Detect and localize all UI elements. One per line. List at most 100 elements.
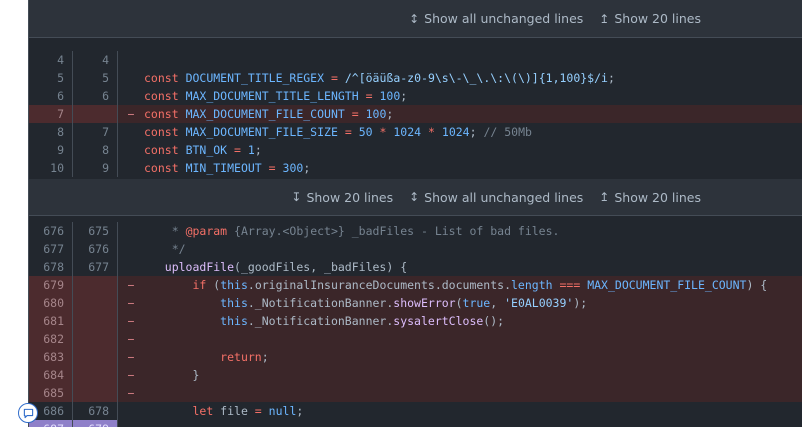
deletion-marker: − (127, 350, 135, 364)
line-marker (118, 159, 144, 177)
new-line-number[interactable]: 6 (73, 87, 118, 105)
deletion-marker: − (127, 332, 135, 346)
new-line-number[interactable]: 9 (73, 159, 118, 177)
old-line-number[interactable]: 5 (29, 69, 73, 87)
expander-expand-all-button[interactable]: ↕ Show all unchanged lines (409, 11, 583, 26)
code-line: let file = null; (192, 404, 304, 418)
expander-label: Show 20 lines (614, 189, 701, 205)
code-line: uploadFile(_goodFiles, _badFiles) { (164, 260, 408, 274)
diff-line[interactable]: 10 9 const MIN_TIMEOUT = 300; (29, 159, 802, 177)
new-line-number[interactable]: 675 (73, 222, 118, 240)
diff-line[interactable]: 44 (29, 51, 802, 69)
diff-line[interactable]: 681 − this._NotificationBanner.sysalertCl… (29, 312, 802, 330)
expander-expand-down-button[interactable]: ↧ Show 20 lines (291, 190, 393, 205)
new-line-number[interactable] (73, 294, 118, 312)
code-line: this._NotificationBanner.sysalertClose()… (220, 314, 505, 328)
new-line-number[interactable]: 677 (73, 258, 118, 276)
diff-line[interactable]: 684 − } (29, 366, 802, 384)
old-line-number[interactable]: 8 (29, 123, 73, 141)
old-line-number[interactable]: 684 (29, 366, 73, 384)
new-line-number[interactable] (73, 384, 118, 402)
new-line-number[interactable]: 8 (73, 141, 118, 159)
old-line-number[interactable]: 6 (29, 87, 73, 105)
deletion-marker: − (127, 314, 135, 328)
expander-expand-all-button[interactable]: ↕ Show all unchanged lines (409, 190, 583, 205)
hunk-1: 4 4 5 5 const DOCUMENT_TITLE_REGEX = /^[öäüß… (29, 51, 802, 177)
expander-label: Show all unchanged lines (424, 11, 584, 26)
expand-up-icon: ↥ (599, 190, 610, 204)
line-marker (118, 222, 144, 240)
diff-line[interactable]: 679 − if (this.originalInsuranceDocuments… (29, 276, 802, 294)
deletion-marker: − (127, 107, 135, 121)
add-comment-button[interactable] (18, 403, 38, 423)
old-line-number[interactable]: 10 (29, 159, 73, 177)
old-line-number[interactable]: 681 (29, 312, 73, 330)
deletion-marker: − (127, 368, 135, 382)
old-line-number[interactable]: 683 (29, 348, 73, 366)
code-line: return; (220, 350, 269, 364)
old-line-number[interactable]: 679 (29, 276, 73, 294)
diff-line[interactable]: 687679 (29, 420, 802, 427)
expander-expand-up-button[interactable]: ↥ Show 20 lines (599, 11, 701, 26)
expander-top: ↕ Show all unchanged lines ↥ Show 20 lines (29, 0, 802, 38)
diff-line[interactable]: 7 − const MAX_DOCUMENT_FILE_COUNT = 100; (29, 105, 802, 123)
new-line-number[interactable] (73, 366, 118, 384)
diff-line[interactable]: 8 7 const MAX_DOCUMENT_FILE_SIZE = 50 * 10… (29, 123, 802, 141)
code-line: const MAX_DOCUMENT_TITLE_LENGTH = 100; (144, 89, 408, 103)
old-line-number[interactable]: 685 (29, 384, 73, 402)
new-line-number[interactable]: 676 (73, 240, 118, 258)
old-line-number[interactable]: 4 (29, 51, 73, 69)
new-line-number[interactable] (73, 330, 118, 348)
new-line-number[interactable]: 7 (73, 123, 118, 141)
diff-line[interactable]: 677 676 */ (29, 240, 802, 258)
new-line-number[interactable]: 678 (73, 402, 118, 420)
hunk-spacer (29, 38, 802, 51)
new-line-number[interactable]: 4 (73, 51, 118, 69)
expander-middle: ↧ Show 20 lines ↕ Show all unchanged lines ↥… (29, 179, 802, 216)
diff-line[interactable]: 5 5 const DOCUMENT_TITLE_REGEX = /^[öäüßa-… (29, 69, 802, 87)
diff-line[interactable]: 680 − this._NotificationBanner.showError(… (29, 294, 802, 312)
code-line: if (this.originalInsuranceDocuments.docu… (192, 278, 768, 292)
diff-line[interactable]: 683 − return; (29, 348, 802, 366)
expand-down-icon: ↧ (291, 190, 302, 204)
line-marker (118, 87, 144, 105)
diff-line[interactable]: 678 677 uploadFile(_goodFiles, _badFiles)… (29, 258, 802, 276)
old-line-number[interactable]: 680 (29, 294, 73, 312)
diff-line[interactable]: 9 8 const BTN_OK = 1; (29, 141, 802, 159)
line-marker (118, 123, 144, 141)
expand-all-icon: ↕ (409, 11, 420, 26)
expander-expand-up-button[interactable]: ↥ Show 20 lines (599, 190, 701, 205)
new-line-number[interactable] (73, 105, 118, 123)
new-line-number[interactable] (73, 312, 118, 330)
new-line-number[interactable] (73, 276, 118, 294)
diff-line[interactable]: 676 675 * @param {Array.<Object>} _badFil… (29, 222, 802, 240)
expand-up-icon: ↥ (599, 11, 610, 26)
old-line-number[interactable]: 677 (29, 240, 73, 258)
old-line-number[interactable]: 678 (29, 258, 73, 276)
old-line-number[interactable]: 7 (29, 105, 73, 123)
code-line: this._NotificationBanner.showError(true,… (220, 296, 588, 310)
line-marker (118, 69, 144, 87)
new-line-number[interactable]: 5 (73, 69, 118, 87)
new-line-number[interactable] (73, 348, 118, 366)
code-line: * @param {Array.<Object>} _badFiles - Li… (171, 224, 560, 238)
line-marker (118, 141, 144, 159)
code-line: const MAX_DOCUMENT_FILE_COUNT = 100; (144, 107, 394, 121)
new-line-number[interactable]: 679 (73, 420, 118, 427)
diff-line[interactable]: 685 − (29, 384, 802, 402)
diff-line[interactable]: 6 6 const MAX_DOCUMENT_TITLE_LENGTH = 100; (29, 87, 802, 105)
old-line-number[interactable]: 687 (29, 420, 73, 427)
old-line-number[interactable]: 682 (29, 330, 73, 348)
diff-line[interactable]: 686 678 let file = null; (29, 402, 802, 420)
old-line-number[interactable]: 676 (29, 222, 73, 240)
diff-line[interactable]: 682 − (29, 330, 802, 348)
deletion-marker: − (127, 296, 135, 310)
diff-view: ↕ Show all unchanged lines ↥ Show 20 lines … (28, 0, 802, 427)
code-line: } (144, 368, 200, 382)
code-line: const BTN_OK = 1; (144, 143, 262, 157)
old-line-number[interactable]: 9 (29, 141, 73, 159)
code-line: const DOCUMENT_TITLE_REGEX = /^[öäüßa-z0… (144, 71, 615, 85)
